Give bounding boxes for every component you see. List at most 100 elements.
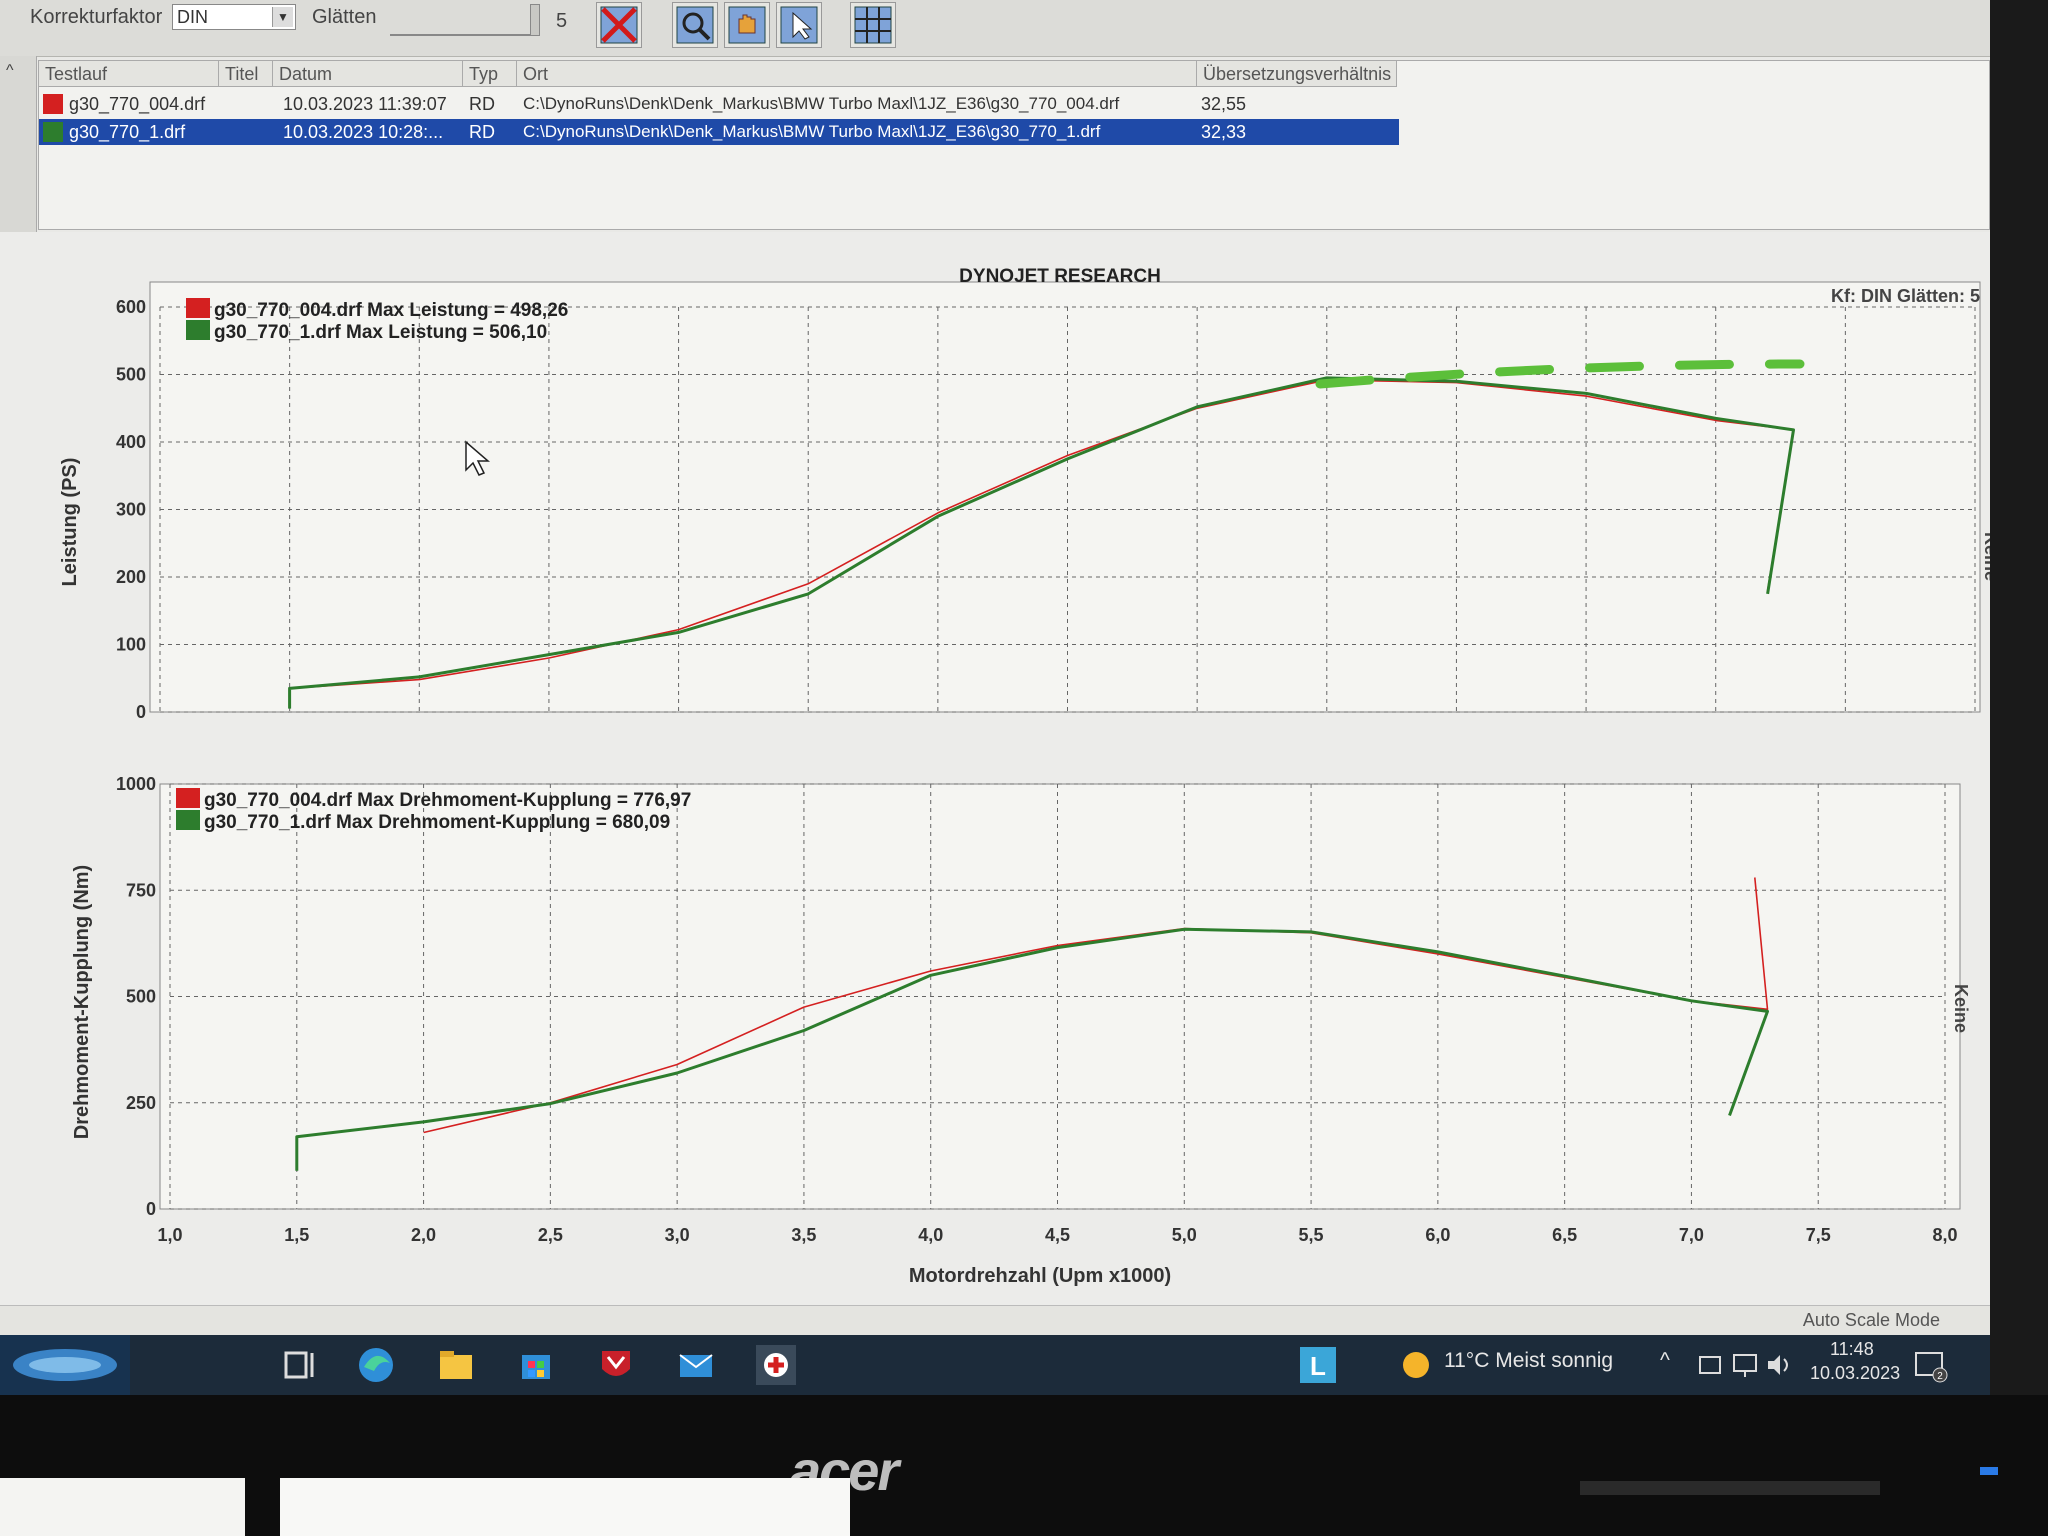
monitor-buttons[interactable] [1580,1481,1880,1495]
dyno-charts[interactable]: DYNOJET RESEARCH Kf: DIN Glätten: 5 Kein… [0,232,1990,1312]
dynojet-app-icon[interactable] [756,1345,796,1385]
col-label: Übersetzungsverhältnis [1203,64,1392,84]
camera-icon[interactable] [1696,1345,1726,1385]
store-icon[interactable] [516,1345,556,1385]
grid-icon [854,6,892,44]
paper-sheet [280,1478,850,1536]
cell-ratio: 32,33 [1201,122,1247,142]
x-tick-label: 8,0 [1932,1225,1957,1245]
run-color-swatch [43,94,63,114]
cell-testlauf: g30_770_1.drf [69,122,186,142]
edge-browser-icon[interactable] [356,1345,396,1385]
runs-table: Testlauf Titel Datum Typ Ort Übersetzung… [38,60,1990,230]
windows-start-icon [13,1349,117,1381]
chevron-up-icon[interactable]: ^ [1660,1349,1670,1373]
cell-ratio: 32,55 [1201,94,1247,114]
y-tick-label: 100 [116,635,146,655]
x-tick-label: 4,5 [1045,1225,1070,1245]
cursor-icon [780,6,818,44]
col-header-typ[interactable]: Typ [463,61,517,87]
delete-button[interactable] [596,2,642,48]
cell-ort: C:\DynoRuns\Denk\Denk_Markus\BMW Turbo M… [523,122,1101,141]
power-led [1980,1467,1998,1475]
clock-time[interactable]: 11:48 [1830,1339,1874,1360]
torque-ylabel: Drehmoment-Kupplung (Nm) [71,865,93,1139]
table-row[interactable]: g30_770_004.drf 10.03.2023 11:39:07 RD C… [39,91,1399,117]
cell-typ: RD [469,122,495,142]
col-label: Ort [523,64,548,84]
x-tick-label: 2,0 [411,1225,436,1245]
cursor-button[interactable] [776,2,822,48]
x-tick-label: 3,5 [791,1225,816,1245]
hand-icon [728,6,766,44]
cell-ort: C:\DynoRuns\Denk\Denk_Markus\BMW Turbo M… [523,94,1120,113]
y-tick-label: 500 [126,987,156,1007]
cell-datum: 10.03.2023 11:39:07 [283,94,447,114]
notification-count: 2 [1937,1371,1943,1382]
legend-swatch-red [186,298,210,318]
x-tick-label: 5,0 [1172,1225,1197,1245]
dyno-app-window: Korrekturfaktor DIN ▼ Glätten 5 ^ v Test… [0,0,1990,1395]
notification-icon[interactable]: 2 [1910,1345,1950,1385]
slider-thumb[interactable] [530,4,540,36]
network-icon[interactable] [1730,1345,1760,1385]
run-color-swatch [43,122,63,142]
x-tick-label: 1,5 [284,1225,309,1245]
x-tick-label: 1,0 [157,1225,182,1245]
x-tick-label: 5,5 [1299,1225,1324,1245]
x-tick-label: 4,0 [918,1225,943,1245]
glaetten-slider[interactable] [390,4,540,36]
chevron-up-icon[interactable]: ^ [6,62,14,80]
toolbar: Korrekturfaktor DIN ▼ Glätten 5 [0,0,1990,57]
l-app-icon[interactable]: L [1298,1345,1338,1385]
cell-typ: RD [469,94,495,114]
legend-item: g30_770_1.drf Max Drehmoment-Kupplung = … [204,812,670,833]
kf-label: Kf: DIN Glätten: 5 [1831,286,1980,306]
korrektur-value: DIN [177,7,208,27]
xlabel: Motordrehzahl (Upm x1000) [909,1265,1171,1287]
power-legend: g30_770_004.drf Max Leistung = 498,26 g3… [186,298,568,343]
table-row-selected[interactable]: g30_770_1.drf 10.03.2023 10:28:... RD C:… [39,119,1399,145]
col-header-datum[interactable]: Datum [273,61,463,87]
cell-datum: 10.03.2023 10:28:... [283,122,444,142]
col-header-testlauf[interactable]: Testlauf [39,61,219,87]
legend-item: g30_770_004.drf Max Leistung = 498,26 [214,300,568,321]
taskbar: L 11°C Meist sonnig ^ 11:48 10.03.2023 2 [130,1335,1990,1395]
y-tick-label: 400 [116,432,146,452]
col-header-ort[interactable]: Ort [517,61,1197,87]
mcafee-icon[interactable] [596,1345,636,1385]
legend-swatch-green [186,320,210,340]
delete-grid-icon [600,6,638,44]
col-label: Typ [469,64,499,84]
korrektur-select[interactable]: DIN ▼ [172,4,296,30]
col-header-ratio[interactable]: Übersetzungsverhältnis [1197,61,1397,87]
task-view-icon[interactable] [280,1345,320,1385]
chart-panel: DYNOJET RESEARCH Kf: DIN Glätten: 5 Kein… [0,232,1990,1322]
mail-icon[interactable] [676,1345,716,1385]
col-label: Titel [225,64,259,84]
y-tick-label: 300 [116,500,146,520]
file-explorer-icon[interactable] [436,1345,476,1385]
zoom-button[interactable] [672,2,718,48]
chevron-down-icon: ▼ [272,7,293,27]
clock-date[interactable]: 10.03.2023 [1810,1363,1900,1384]
col-header-titel[interactable]: Titel [219,61,273,87]
col-label: Testlauf [45,64,108,84]
weather-text[interactable]: 11°C Meist sonnig [1444,1349,1613,1373]
x-tick-label: 6,5 [1552,1225,1577,1245]
svg-text:L: L [1310,1351,1326,1381]
volume-icon[interactable] [1764,1345,1794,1385]
y-tick-label: 0 [136,702,146,722]
paper-sheet [0,1478,245,1536]
y-tick-label: 600 [116,297,146,317]
legend-swatch-red [176,788,200,808]
pan-button[interactable] [724,2,770,48]
grid-button[interactable] [850,2,896,48]
x-tick-label: 2,5 [538,1225,563,1245]
x-tick-label: 3,0 [665,1225,690,1245]
y-tick-label: 0 [146,1199,156,1219]
x-tick-label: 7,0 [1679,1225,1704,1245]
glaetten-value: 5 [556,10,568,32]
start-area[interactable] [0,1335,130,1395]
auto-scale-label: Auto Scale Mode [1802,1310,1940,1330]
